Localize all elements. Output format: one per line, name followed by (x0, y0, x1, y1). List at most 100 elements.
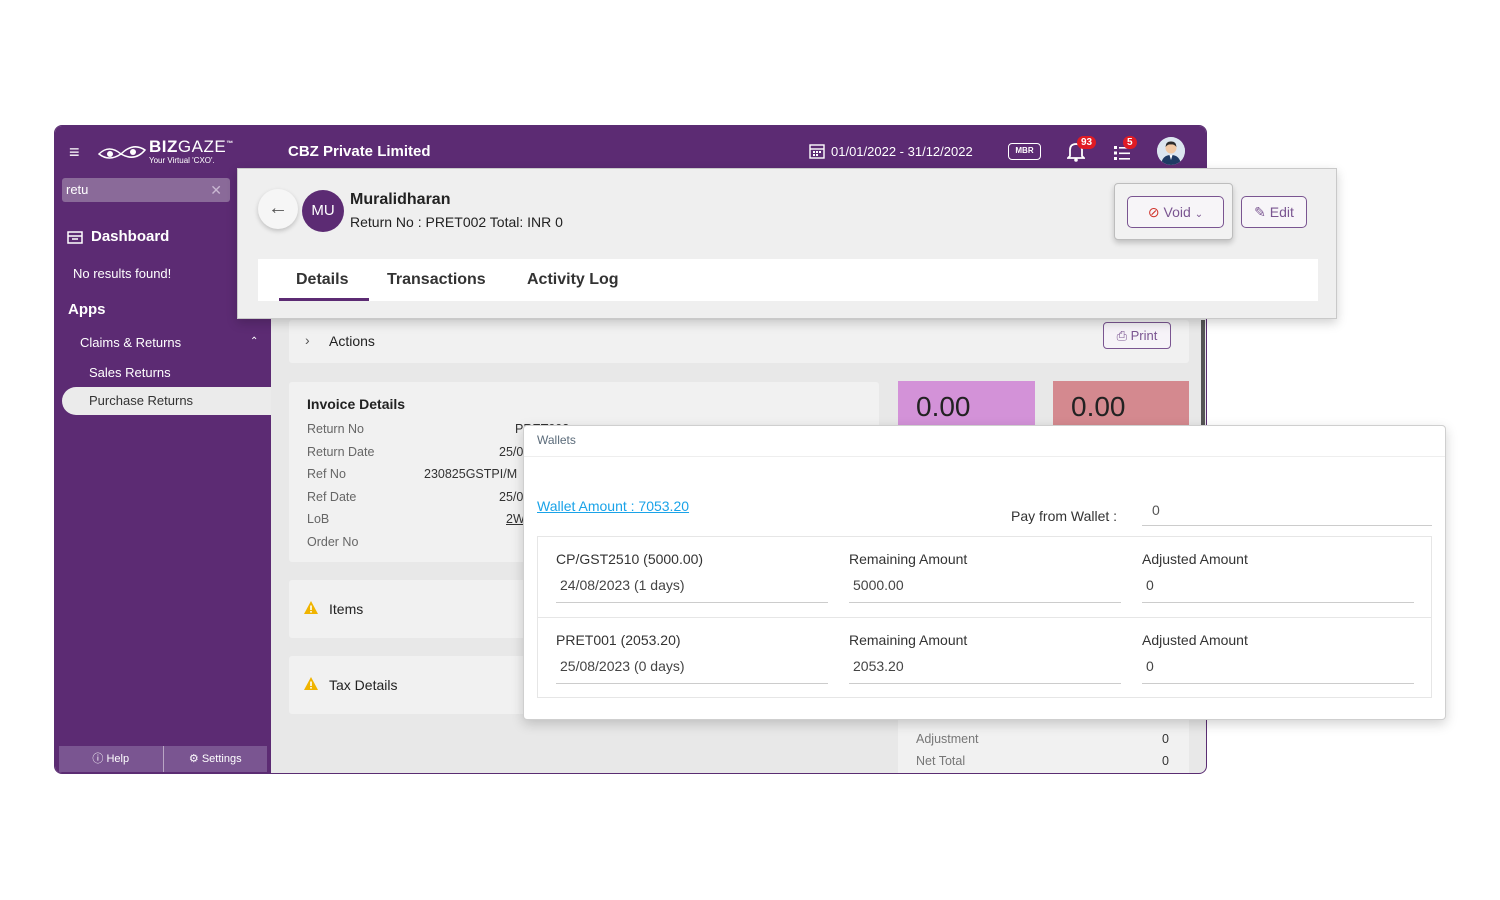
totals-panel: Adjustment 0 Net Total 0 (898, 716, 1189, 773)
lob-link[interactable]: 2W (506, 512, 525, 526)
invoice-details-title: Invoice Details (307, 396, 406, 412)
edit-button[interactable]: ✎ Edit (1241, 196, 1307, 228)
actions-section[interactable]: › Actions ⎙ Print (289, 320, 1189, 363)
party-name: Muralidharan (350, 191, 451, 208)
invoice-label: Return No (307, 422, 364, 436)
party-avatar: MU (302, 190, 344, 232)
kpi-tile: 0.00 (898, 381, 1035, 431)
chevron-down-icon: ⌄ (1194, 209, 1204, 220)
pay-from-wallet-label: Pay from Wallet : (1011, 508, 1118, 524)
wallet-amount-link[interactable]: Wallet Amount : 7053.20 (537, 498, 689, 514)
task-count-badge: 5 (1123, 136, 1137, 149)
tab-activity-log[interactable]: Activity Log (527, 271, 619, 289)
totals-value: 0 (1162, 732, 1169, 746)
printer-icon: ⎙ (1116, 328, 1128, 343)
return-header-panel: ← MU Muralidharan Return No : PRET002 To… (237, 168, 1337, 319)
sidebar-item-dashboard[interactable]: Dashboard (67, 228, 169, 245)
sidebar-item-label: Dashboard (91, 228, 170, 245)
back-arrow-icon[interactable]: ← (258, 189, 298, 229)
user-avatar-icon (1157, 137, 1185, 165)
chevron-up-icon[interactable]: ⌃ (250, 336, 258, 347)
wallet-entry: CP/GST2510 (5000.00) 24/08/2023 (1 days)… (538, 537, 1431, 617)
user-avatar[interactable] (1157, 137, 1185, 165)
settings-label: Settings (201, 753, 242, 765)
adjusted-amount-input[interactable]: 0 (1142, 573, 1414, 603)
hamburger-menu-icon[interactable]: ≡ (69, 142, 80, 163)
invoice-value: 230825GSTPI/M (424, 467, 518, 481)
date-range-text: 01/01/2022 - 31/12/2022 (831, 143, 973, 159)
totals-label: Adjustment (916, 732, 979, 746)
tasks-button[interactable]: 5 (1113, 136, 1137, 163)
calendar-icon (809, 144, 825, 159)
invoice-label: LoB (307, 512, 330, 526)
logo-tagline: Your Virtual 'CXO'. (149, 156, 215, 165)
adjusted-amount-label: Adjusted Amount (1142, 551, 1248, 567)
sidebar-footer: ⓘ Help ⚙ Settings (59, 746, 267, 772)
help-icon: ⓘ (92, 753, 104, 765)
void-button[interactable]: ⊘ Void ⌄ (1127, 196, 1224, 228)
adjusted-amount-label: Adjusted Amount (1142, 632, 1248, 648)
sidebar-search-value: retu (66, 182, 89, 197)
sidebar-item-sales-returns[interactable]: Sales Returns (89, 365, 171, 380)
clear-search-icon[interactable]: ✕ (210, 178, 222, 202)
invoice-label: Order No (307, 535, 359, 549)
settings-button[interactable]: ⚙ Settings (164, 746, 268, 772)
void-dropdown-wrapper: ⊘ Void ⌄ (1114, 183, 1233, 240)
divider (524, 456, 1445, 457)
logo-wordmark: BIZGAZE™ (149, 137, 234, 156)
wallets-popup: Wallets Wallet Amount : 7053.20 Pay from… (523, 425, 1446, 720)
warning-icon (304, 677, 318, 690)
return-summary: Return No : PRET002 Total: INR 0 (350, 214, 563, 230)
mbr-button[interactable]: MBR (1008, 143, 1041, 160)
sidebar-item-claims-returns[interactable]: Claims & Returns (80, 335, 181, 350)
notifications-bell[interactable]: 93 (1067, 136, 1097, 162)
gear-icon: ⚙ (188, 753, 199, 765)
wallet-entry-ref: CP/GST2510 (5000.00) (556, 551, 704, 567)
remaining-amount-value: 2053.20 (849, 654, 1121, 684)
wallet-entry-date: 24/08/2023 (1 days) (556, 573, 828, 603)
tab-details[interactable]: Details (296, 271, 348, 289)
wallet-entry-ref: PRET001 (2053.20) (556, 632, 681, 648)
date-range-picker[interactable]: 01/01/2022 - 31/12/2022 (809, 143, 973, 159)
wallet-entry: PRET001 (2053.20) 25/08/2023 (0 days) Re… (538, 617, 1431, 697)
invoice-value: 25/0 (499, 490, 524, 504)
warning-icon (304, 601, 318, 614)
pay-from-wallet-input[interactable]: 0 (1142, 502, 1432, 526)
print-label: Print (1130, 328, 1158, 343)
help-label: Help (106, 753, 130, 765)
remaining-amount-value: 5000.00 (849, 573, 1121, 603)
adjusted-amount-input[interactable]: 0 (1142, 654, 1414, 684)
logo-eyes-icon (97, 146, 147, 159)
invoice-label: Ref Date (307, 490, 357, 504)
chevron-right-icon: › (305, 332, 310, 348)
pencil-icon: ✎ (1254, 204, 1266, 220)
items-label: Items (329, 601, 364, 617)
totals-label: Net Total (916, 754, 966, 768)
invoice-value: 25/0 (499, 445, 524, 459)
tab-bar: Details Transactions Activity Log (258, 259, 1318, 301)
company-name[interactable]: CBZ Private Limited (288, 143, 431, 160)
dashboard-icon (67, 230, 83, 244)
bizgaze-logo[interactable]: BIZGAZE™ Your Virtual 'CXO'. (97, 137, 237, 167)
remaining-amount-label: Remaining Amount (849, 551, 968, 567)
tab-transactions[interactable]: Transactions (387, 271, 486, 289)
kpi-tile: 0.00 (1053, 381, 1189, 431)
wallet-entry-date: 25/08/2023 (0 days) (556, 654, 828, 684)
invoice-label: Ref No (307, 467, 346, 481)
no-results-text: No results found! (73, 266, 172, 281)
wallet-entries: CP/GST2510 (5000.00) 24/08/2023 (1 days)… (537, 536, 1432, 698)
edit-label: Edit (1269, 204, 1294, 220)
invoice-label: Return Date (307, 445, 375, 459)
remaining-amount-label: Remaining Amount (849, 632, 968, 648)
print-button[interactable]: ⎙ Print (1103, 322, 1171, 349)
notification-count-badge: 93 (1077, 136, 1097, 149)
wallets-title: Wallets (537, 433, 576, 447)
sidebar-item-purchase-returns[interactable]: Purchase Returns (62, 387, 271, 415)
help-button[interactable]: ⓘ Help (59, 746, 164, 772)
totals-value: 0 (1162, 754, 1169, 768)
active-tab-indicator (279, 298, 369, 301)
tax-details-label: Tax Details (329, 677, 398, 693)
sidebar-section-apps: Apps (68, 301, 106, 318)
sidebar-search-input[interactable]: retu ✕ (62, 178, 230, 202)
void-label: Void (1163, 204, 1191, 220)
